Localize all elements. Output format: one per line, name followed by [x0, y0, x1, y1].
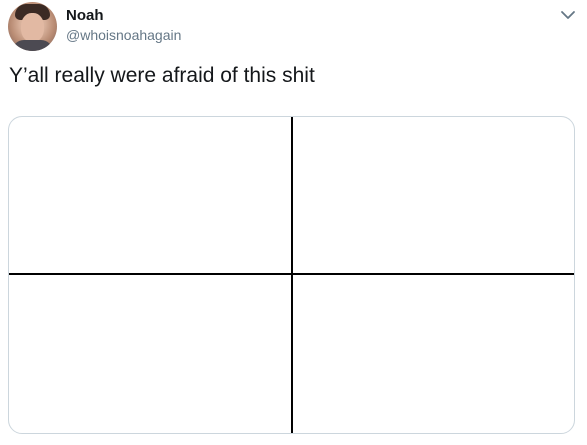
tweet-text: Y’all really were afraid of this shit — [9, 64, 315, 87]
chevron-down-icon-svg — [561, 11, 575, 19]
avatar-shirt — [12, 40, 53, 51]
avatar[interactable] — [8, 2, 57, 51]
tweet-card: Noah @whoisnoahagain Y’all really were a… — [0, 0, 587, 445]
display-name[interactable]: Noah — [66, 7, 104, 25]
chevron-down-icon[interactable] — [560, 8, 576, 20]
tweet-media[interactable] — [8, 116, 575, 434]
user-handle[interactable]: @whoisnoahagain — [66, 27, 181, 44]
avatar-face — [21, 13, 44, 42]
quadrant-grid-image — [9, 117, 574, 433]
